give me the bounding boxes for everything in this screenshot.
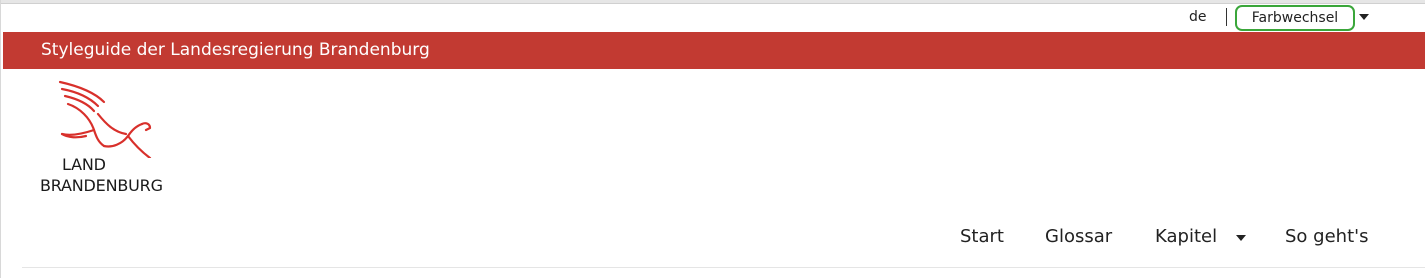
logo-text-land: LAND (62, 155, 106, 174)
site-title: Styleguide der Landesregierung Brandenbu… (41, 40, 430, 60)
chevron-down-icon[interactable] (1359, 14, 1369, 20)
color-switch-button[interactable]: Farbwechsel (1235, 5, 1355, 31)
header-divider (22, 267, 1425, 268)
utility-bar: de Farbwechsel (0, 4, 1425, 32)
nav-item-kapitel[interactable]: Kapitel (1155, 226, 1217, 247)
nav-item-so-gehts[interactable]: So geht's (1285, 226, 1368, 247)
main-navigation: Start Glossar Kapitel So geht's (0, 222, 1425, 256)
brandenburg-eagle-icon (58, 80, 152, 158)
nav-item-glossar[interactable]: Glossar (1045, 226, 1112, 247)
logo-home-link[interactable]: LAND BRANDENBURG (38, 78, 198, 198)
logo-text-brandenburg: BRANDENBURG (40, 176, 163, 195)
nav-item-start[interactable]: Start (960, 226, 1004, 247)
language-switch-link[interactable]: de (1189, 9, 1207, 25)
color-switch-label: Farbwechsel (1251, 10, 1339, 26)
chevron-down-icon[interactable] (1236, 235, 1246, 241)
site-title-bar: Styleguide der Landesregierung Brandenbu… (3, 32, 1425, 69)
utility-separator (1226, 8, 1227, 26)
